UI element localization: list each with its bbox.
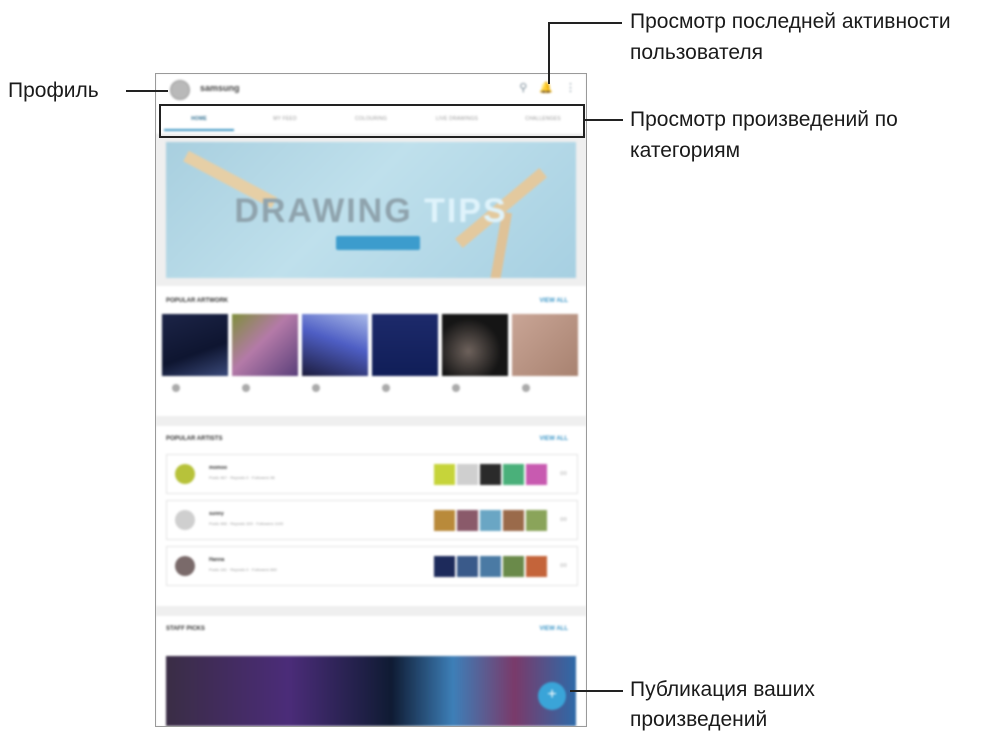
- search-icon[interactable]: ⚲: [519, 81, 527, 95]
- artwork-thumbnail[interactable]: [232, 314, 298, 376]
- callout-categories-line2: категориям: [630, 139, 741, 162]
- author-avatar: [442, 382, 508, 392]
- author-avatar: [302, 382, 368, 392]
- leader-line: [570, 690, 623, 692]
- home-feed: DRAWING TIPS POPULAR ARTWORK VIEW ALL PO…: [156, 136, 586, 726]
- artwork-thumbnail[interactable]: [442, 314, 508, 376]
- artist-stats: Posts 467 · Reposts 0 · Followers 98: [209, 475, 275, 480]
- more-options-icon[interactable]: ⋮: [565, 81, 576, 95]
- artwork-thumbnail[interactable]: [162, 314, 228, 376]
- callout-publish-line1: Публикация ваших: [630, 678, 815, 701]
- callout-activity-line2: пользователя: [630, 41, 763, 64]
- artist-name: sunny: [209, 511, 224, 517]
- callout-activity-line1: Просмотр последней активности: [630, 10, 951, 33]
- artist-stats: Posts 466 · Reposts 320 · Followers 1100: [209, 521, 284, 526]
- artwork-authors: [162, 382, 578, 392]
- banner-title-word: DRAWING: [234, 192, 413, 230]
- link-icon[interactable]: ∞: [560, 468, 567, 479]
- profile-username[interactable]: samsung: [200, 83, 240, 93]
- author-avatar: [512, 382, 578, 392]
- view-all-link[interactable]: VIEW ALL: [540, 436, 568, 442]
- artist-avatar: [175, 464, 195, 484]
- artist-thumbnails: [434, 556, 547, 577]
- leader-line: [548, 22, 622, 24]
- artwork-thumbnail[interactable]: [512, 314, 578, 376]
- callout-categories-line1: Просмотр произведений по: [630, 108, 898, 131]
- artwork-thumbnail[interactable]: [372, 314, 438, 376]
- author-avatar: [372, 382, 438, 392]
- artist-avatar: [175, 510, 195, 530]
- add-artwork-button[interactable]: +: [538, 682, 566, 710]
- bell-icon[interactable]: 🔔: [539, 81, 553, 95]
- artwork-row: [162, 314, 580, 376]
- artist-thumbnails: [434, 510, 547, 531]
- author-avatar: [162, 382, 228, 392]
- artwork-thumbnail[interactable]: [302, 314, 368, 376]
- artist-row[interactable]: momoo Posts 467 · Reposts 0 · Followers …: [166, 454, 578, 494]
- staff-pick-artwork[interactable]: [166, 656, 576, 726]
- author-avatar: [232, 382, 298, 392]
- artist-name: momoo: [209, 465, 228, 471]
- section-title: STAFF PICKS: [166, 626, 205, 632]
- artist-row[interactable]: sunny Posts 466 · Reposts 320 · Follower…: [166, 500, 578, 540]
- artist-avatar: [175, 556, 195, 576]
- artist-thumbnails: [434, 464, 547, 485]
- banner-button[interactable]: [336, 236, 420, 250]
- artist-name: Hanna: [209, 557, 225, 563]
- artist-stats: Posts 181 · Reposts 0 · Followers 660: [209, 567, 277, 572]
- leader-line: [583, 119, 623, 121]
- callout-publish-line2: произведений: [630, 708, 768, 731]
- banner-title-word: TIPS: [424, 192, 508, 230]
- artist-row[interactable]: Hanna Posts 181 · Reposts 0 · Followers …: [166, 546, 578, 586]
- link-icon[interactable]: ∞: [560, 514, 567, 525]
- profile-avatar[interactable]: [170, 80, 190, 100]
- section-title: POPULAR ARTWORK: [166, 298, 229, 304]
- leader-line: [126, 90, 168, 92]
- tabs-highlight-box: [159, 104, 585, 138]
- view-all-link[interactable]: VIEW ALL: [540, 298, 568, 304]
- view-all-link[interactable]: VIEW ALL: [540, 626, 568, 632]
- link-icon[interactable]: ∞: [560, 560, 567, 571]
- top-bar: samsung ⚲ 🔔 ⋮: [156, 74, 586, 104]
- leader-line: [548, 22, 550, 84]
- app-screen: samsung ⚲ 🔔 ⋮ HOME MY FEED COLOURING LIV…: [155, 73, 587, 727]
- drawing-tips-banner[interactable]: DRAWING TIPS: [166, 142, 576, 278]
- banner-title: DRAWING TIPS: [166, 192, 576, 231]
- callout-profile: Профиль: [8, 79, 99, 102]
- section-title: POPULAR ARTISTS: [166, 436, 223, 442]
